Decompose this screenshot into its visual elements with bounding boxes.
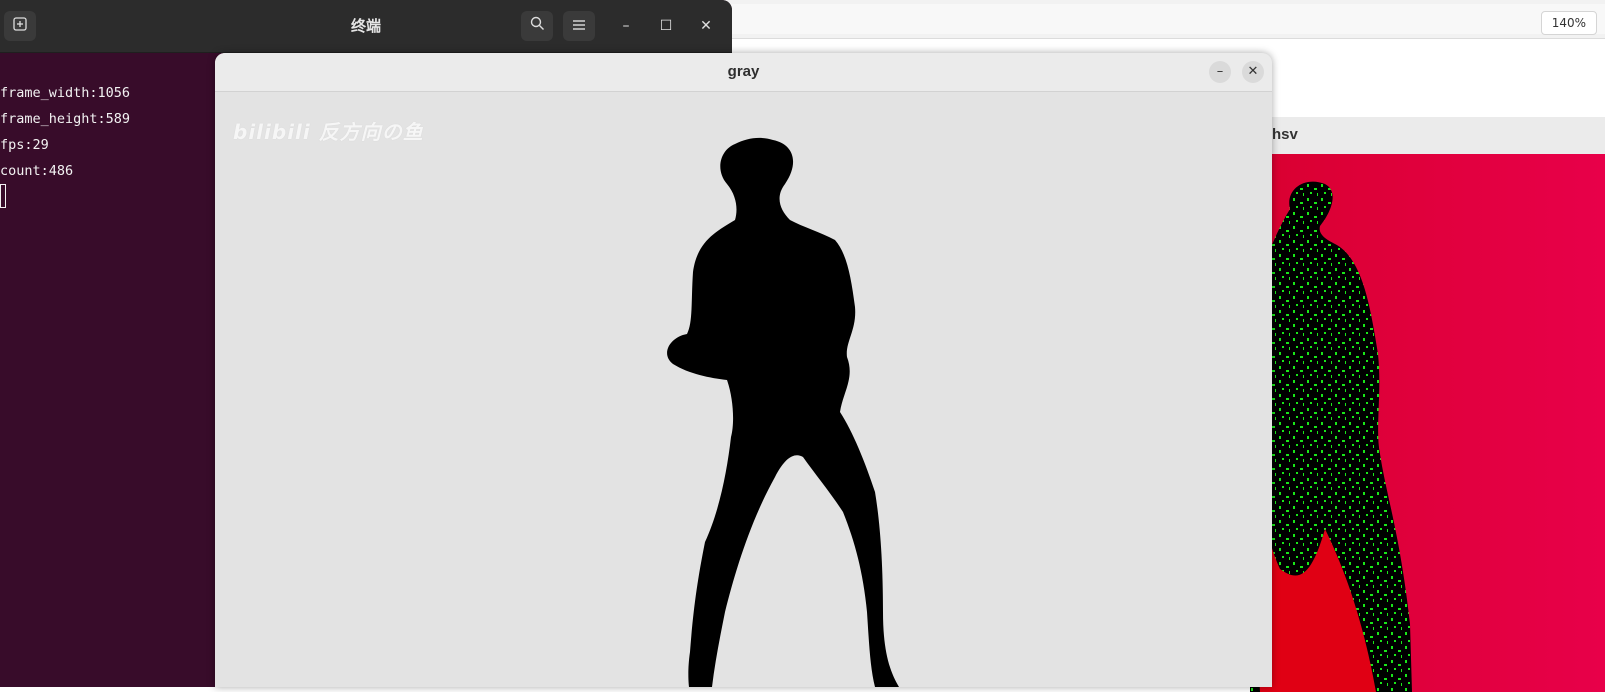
gray-image: bilibili 反方向の鱼 [215,92,1272,687]
dancer-silhouette [667,137,899,687]
gray-close-button[interactable]: ✕ [1242,61,1264,83]
close-icon: ✕ [700,18,712,34]
gray-minimize-button[interactable]: – [1209,61,1231,83]
minimize-icon: – [622,18,630,34]
minimize-button[interactable]: – [611,11,641,41]
maximize-button[interactable]: ☐ [651,11,681,41]
new-tab-button[interactable] [4,11,36,41]
new-tab-icon [13,17,27,31]
hsv-image [1250,154,1605,692]
close-button[interactable]: ✕ [691,11,721,41]
search-icon [530,16,544,30]
hsv-titlebar[interactable]: hsv [1250,117,1605,155]
gray-window: gray – ✕ bilibili 反方向の鱼 [215,53,1272,687]
hsv-window-title: hsv [1272,126,1298,143]
hsv-window: hsv [1250,117,1605,692]
close-icon: ✕ [1247,64,1259,79]
search-button[interactable] [521,11,553,41]
terminal-cursor [0,184,6,208]
maximize-icon: ☐ [659,18,673,34]
gray-titlebar[interactable]: gray – ✕ [215,53,1272,92]
menu-button[interactable] [563,11,595,41]
hamburger-menu-icon [573,20,585,30]
minimize-icon: – [1216,64,1224,79]
browser-address-strip: 140% [730,4,1605,35]
terminal-header-bar[interactable]: 终端 – ☐ ✕ [0,0,732,53]
zoom-level-badge[interactable]: 140% [1540,11,1597,35]
gray-window-title: gray [727,63,760,80]
